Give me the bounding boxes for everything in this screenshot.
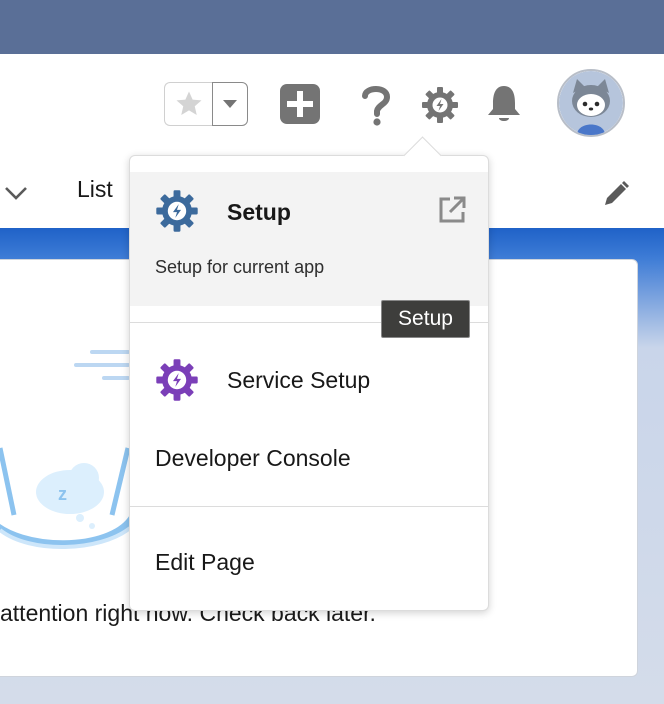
star-icon (176, 91, 201, 115)
question-icon (362, 86, 391, 126)
favorites-button[interactable] (164, 82, 212, 126)
gear-icon (156, 359, 198, 401)
nav-menu-chevron[interactable] (2, 180, 30, 206)
favorites-control (164, 82, 248, 128)
bell-icon (488, 86, 520, 121)
gear-icon (422, 87, 458, 123)
favorites-list-button[interactable] (212, 82, 248, 126)
gear-icon (156, 190, 198, 232)
top-banner (0, 0, 664, 54)
edit-nav-button[interactable] (600, 178, 632, 210)
menu-item-service-setup-label: Service Setup (227, 367, 371, 393)
menu-divider (130, 506, 488, 507)
help-button[interactable] (358, 82, 394, 128)
open-setup-new-tab-button[interactable] (434, 192, 470, 228)
menu-item-setup-subtitle: Setup for current app (155, 257, 325, 277)
chevron-down-icon (223, 100, 237, 108)
setup-button[interactable] (419, 84, 461, 126)
pencil-icon (605, 181, 629, 205)
menu-item-setup-title: Setup (227, 199, 291, 225)
astro-avatar-icon (559, 71, 623, 135)
menu-item-edit-page[interactable]: Edit Page (155, 549, 255, 576)
setup-tooltip: Setup (381, 300, 470, 338)
user-avatar[interactable] (557, 69, 625, 137)
external-link-icon (439, 196, 466, 223)
menu-item-developer-console[interactable]: Developer Console (155, 445, 351, 472)
notifications-button[interactable] (483, 82, 525, 126)
nav-item-list[interactable]: List (77, 176, 113, 203)
global-actions-button[interactable] (279, 83, 321, 125)
svg-text:z: z (58, 484, 67, 504)
empty-state-illustration: z (0, 350, 135, 550)
chevron-down-icon (5, 187, 27, 200)
plus-icon (280, 84, 320, 124)
